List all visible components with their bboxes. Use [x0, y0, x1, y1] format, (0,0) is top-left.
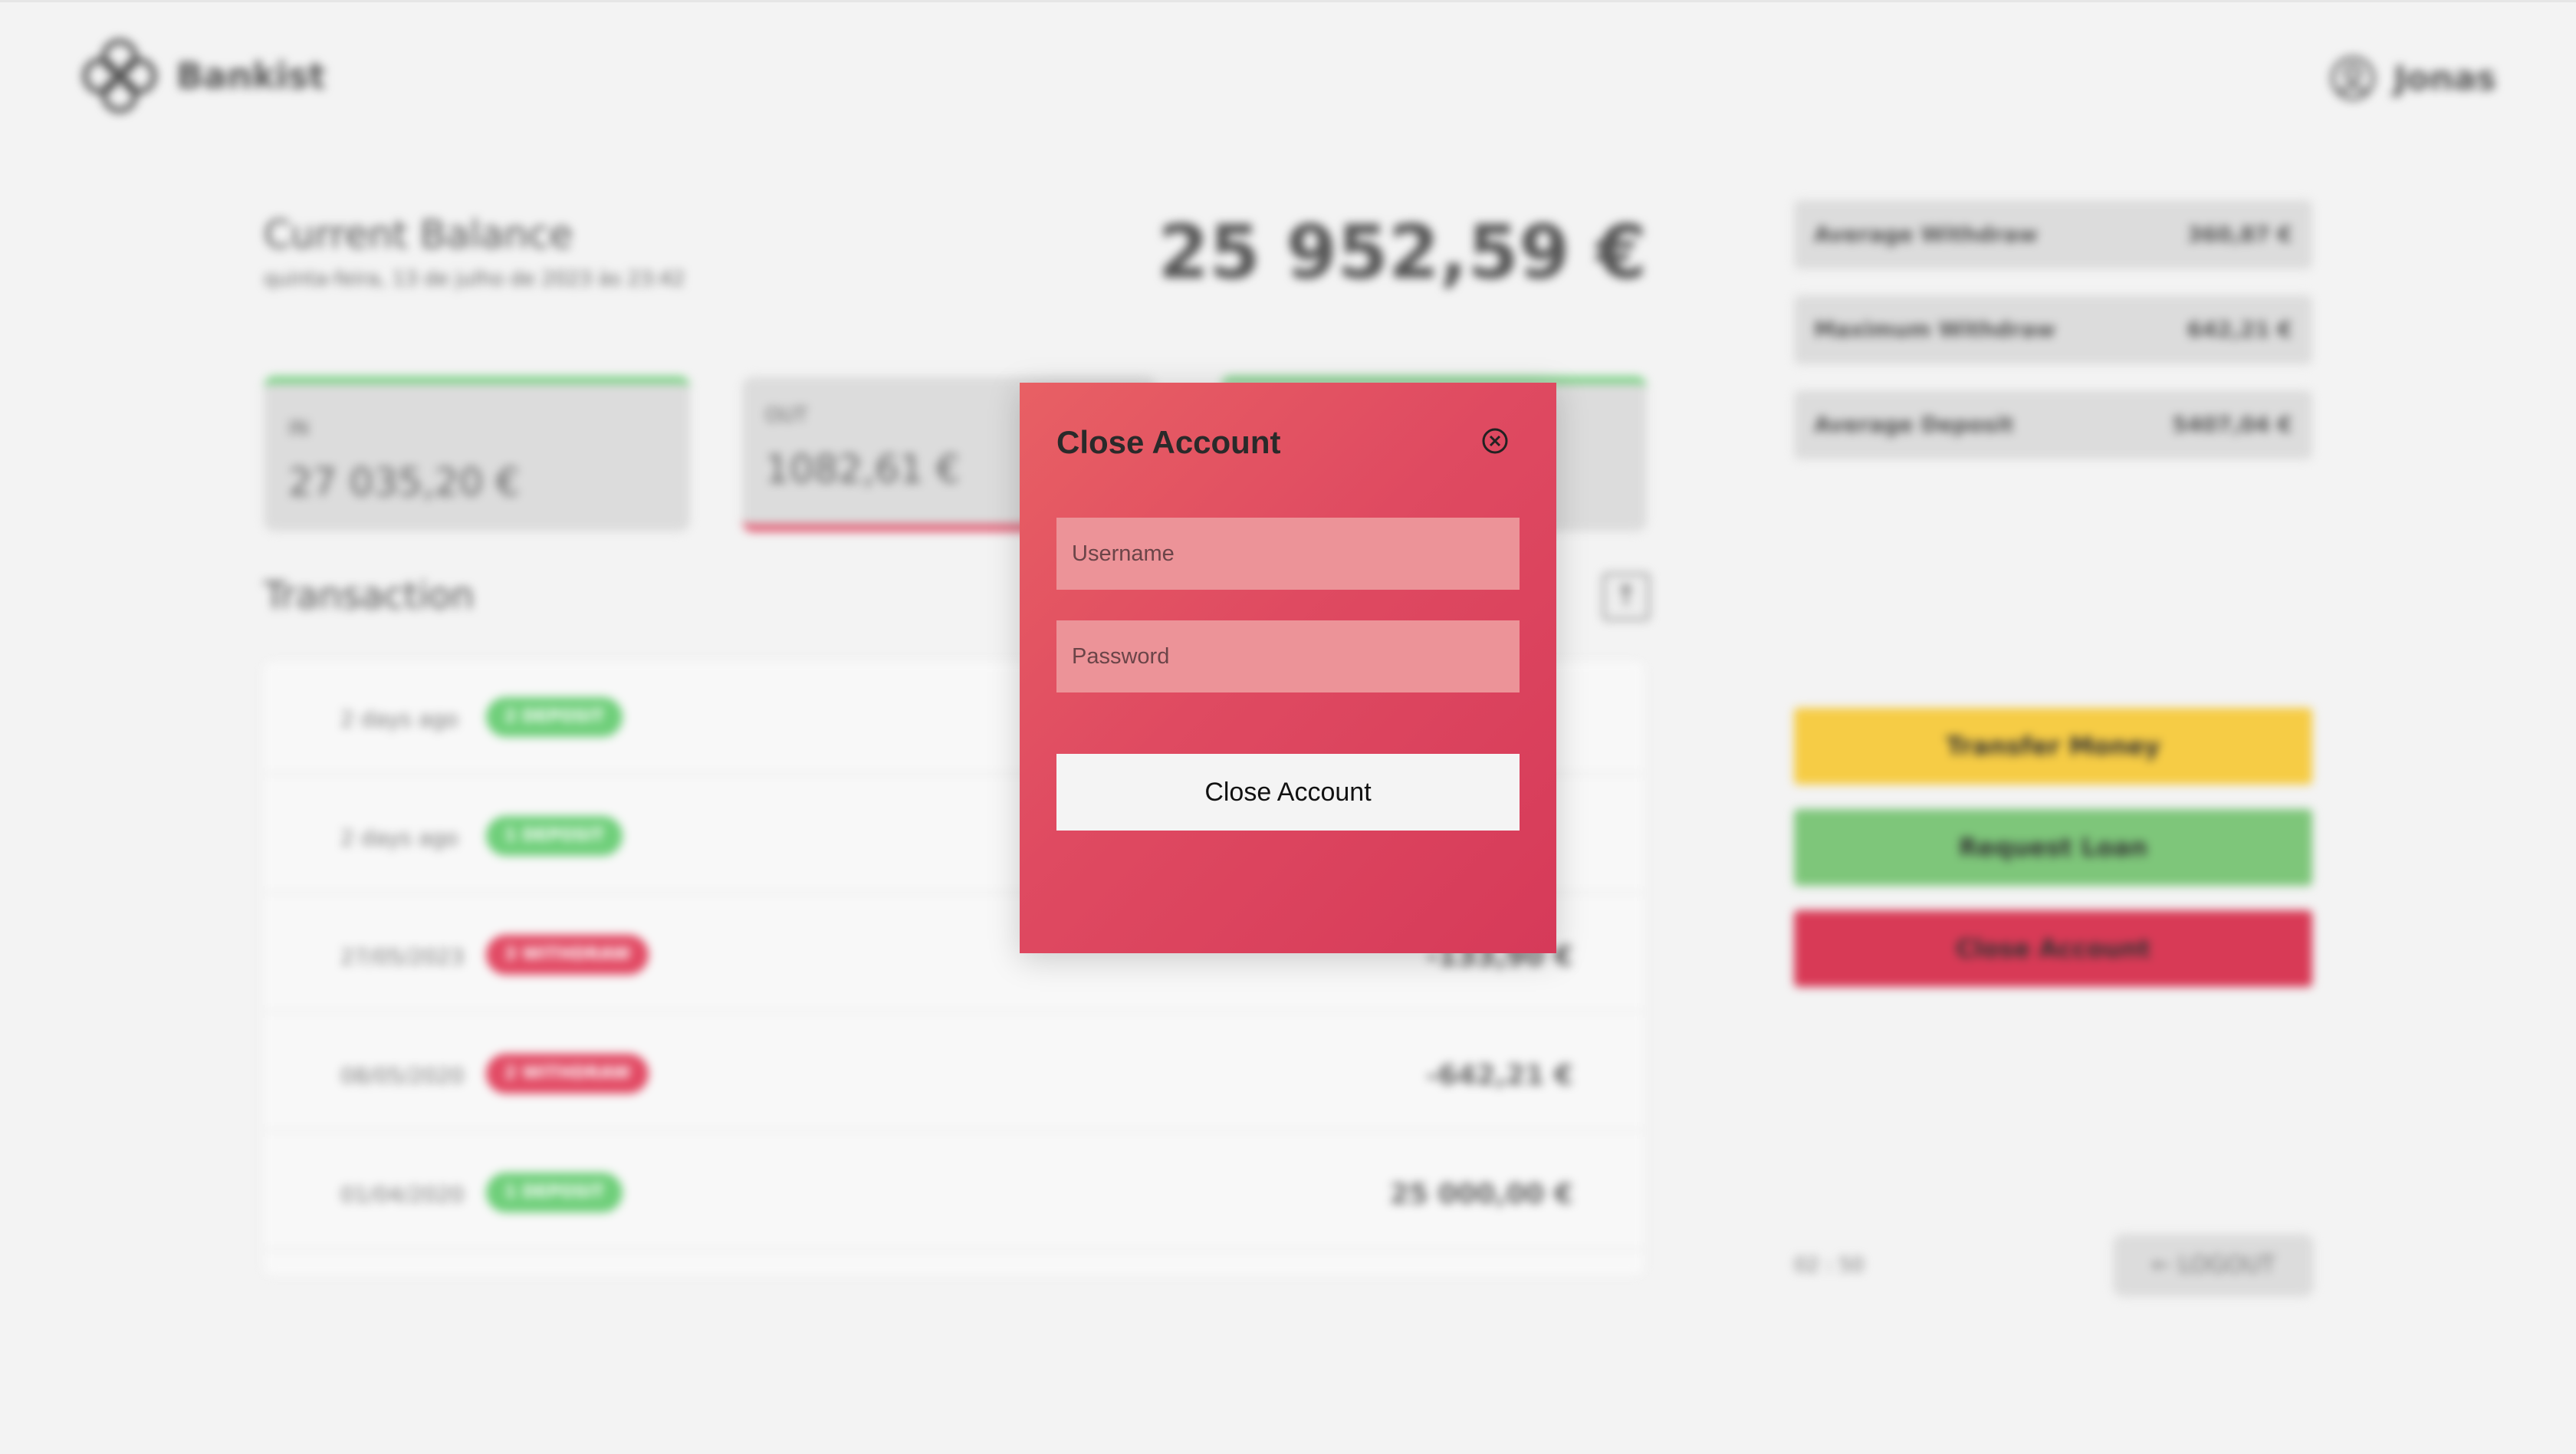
- transaction-type-badge: 1 DEPOSIT: [486, 1173, 623, 1212]
- table-row: 08/05/2020 2 WITHDRAW -642,21 €: [264, 1018, 1644, 1132]
- username-field[interactable]: [1056, 518, 1520, 590]
- transaction-date: 2 days ago: [340, 706, 458, 732]
- transaction-date: 08/05/2020: [340, 1063, 465, 1088]
- summary-in-card: IN 27 035,20 €: [264, 377, 690, 531]
- summary-out-label: OUT: [765, 404, 808, 427]
- user-avatar-icon: [2331, 56, 2375, 100]
- stat-average-withdraw: Average Withdraw 360,87 €: [1794, 200, 2312, 269]
- brand-name: Bankist: [176, 55, 326, 97]
- summary-in-value: 27 035,20 €: [288, 460, 521, 505]
- balance-value: 25 952,59 €: [1158, 209, 1647, 295]
- sort-arrow-icon: ↑: [1614, 581, 1638, 612]
- transaction-date: 27/05/2023: [340, 944, 465, 969]
- stat-label: Average Withdraw: [1814, 222, 2038, 247]
- brand-logo: Bankist: [77, 33, 326, 119]
- logout-button[interactable]: ← LOGOUT: [2113, 1234, 2314, 1297]
- stat-value: 5407,04 €: [2172, 412, 2292, 437]
- user-name: Jonas: [2394, 58, 2496, 98]
- stat-average-deposit: Average Deposit 5407,04 €: [1794, 390, 2312, 459]
- summary-out-value: 1082,61 €: [765, 447, 961, 492]
- balance-date: quinta-feira, 13 de julho de 2023 às 23:…: [264, 268, 685, 291]
- transaction-type-badge: 1 DEPOSIT: [486, 816, 623, 856]
- user-menu[interactable]: Jonas: [2329, 54, 2496, 102]
- stat-label: Maximum Withdraw: [1814, 317, 2055, 342]
- close-account-button[interactable]: Close Account: [1794, 910, 2312, 987]
- stat-label: Average Deposit: [1814, 412, 2014, 437]
- transaction-type-badge: 2 WITHDRAW: [486, 1054, 649, 1094]
- table-row: 01/04/2020 1 DEPOSIT 25 000,00 €: [264, 1137, 1644, 1251]
- transaction-amount: 25 000,00 €: [1389, 1179, 1573, 1210]
- password-field[interactable]: [1056, 620, 1520, 692]
- transaction-date: 01/04/2020: [340, 1182, 465, 1207]
- transaction-date: 2 days ago: [340, 825, 458, 850]
- stat-value: 642,21 €: [2187, 317, 2292, 342]
- transaction-type-badge: 2 DEPOSIT: [486, 697, 623, 737]
- transactions-title: Transaction: [264, 574, 475, 617]
- transaction-type-badge: 3 WITHDRAW: [486, 935, 649, 975]
- request-loan-button[interactable]: Request Loan: [1794, 809, 2312, 886]
- summary-in-label: IN: [288, 417, 310, 440]
- close-circle-icon[interactable]: [1480, 426, 1510, 456]
- stat-value: 360,87 €: [2187, 222, 2292, 247]
- transfer-money-button[interactable]: Transfer Money: [1794, 708, 2312, 785]
- close-account-submit-button[interactable]: Close Account: [1056, 754, 1520, 831]
- modal-title: Close Account: [1056, 424, 1281, 460]
- stat-maximum-withdraw: Maximum Withdraw 642,21 €: [1794, 295, 2312, 364]
- sort-button[interactable]: ↑: [1602, 573, 1650, 620]
- logout-timer: 02 : 50: [1794, 1254, 1865, 1277]
- bankist-logo-icon: [82, 38, 157, 113]
- transaction-amount: -642,21 €: [1426, 1060, 1573, 1091]
- close-account-modal: Close Account Close Account: [1020, 383, 1556, 953]
- balance-label: Current Balance: [264, 212, 573, 257]
